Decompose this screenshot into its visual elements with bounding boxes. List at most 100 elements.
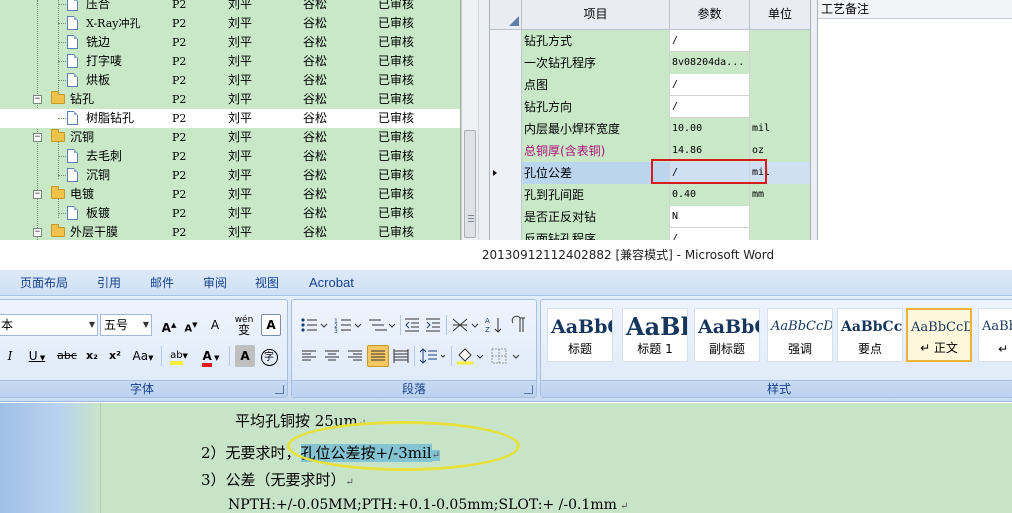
row-indicator[interactable] [490,184,522,206]
param-value-cell[interactable]: / [670,74,750,96]
param-value-cell[interactable]: / [670,30,750,52]
panel-splitter[interactable] [478,0,490,240]
tree-scrollbar-thumb[interactable] [464,130,476,238]
tree-leaf-row[interactable]: 板镀 P2 刘平 谷松 已审核 [0,204,460,223]
param-value-cell[interactable]: 0.40 [670,184,750,206]
param-unit-cell[interactable] [750,96,810,118]
tree-folder-row[interactable]: − 外层干膜 P2 刘平 谷松 已审核 [0,223,460,240]
tree-leaf-row[interactable]: 铣边 P2 刘平 谷松 已审核 [0,33,460,52]
underline-button[interactable]: U ▼ [23,345,51,367]
param-row[interactable]: 是否正反对钻 N [490,206,810,228]
grid-corner[interactable] [490,0,522,30]
sort-button[interactable]: AZ [483,314,505,336]
shrink-font-button[interactable]: A▼ [181,314,201,336]
param-unit-cell[interactable] [750,52,810,74]
param-unit-cell[interactable] [750,206,810,228]
doc-line-3[interactable]: 3）公差（无要求时）↵ [201,469,354,490]
param-row[interactable]: 一次钻孔程序 8v08204da... [490,52,810,74]
row-indicator[interactable] [490,52,522,74]
row-indicator[interactable] [490,74,522,96]
param-item-cell[interactable]: 是否正反对钻 [522,206,670,228]
grow-font-button[interactable]: A▲ [159,314,179,336]
char-border-button[interactable]: A [261,314,281,336]
tree-leaf-row[interactable]: 沉铜 P2 刘平 谷松 已审核 [0,166,460,185]
param-row[interactable]: 内层最小焊环宽度 10.00 mil [490,118,810,140]
tree-leaf-row[interactable]: 打字唛 P2 刘平 谷松 已审核 [0,52,460,71]
row-indicator[interactable] [490,118,522,140]
param-value-cell[interactable]: / [670,228,750,240]
style-card[interactable]: AaBl 标题 1 [622,308,688,362]
style-card[interactable]: AaBbC 副标题 [694,308,760,362]
collapse-toggle-icon[interactable]: − [33,228,42,237]
param-unit-cell[interactable] [750,30,810,52]
char-shading-button[interactable]: A [235,345,255,367]
line-spacing-button[interactable] [417,345,449,367]
tab-acrobat[interactable]: Acrobat [309,270,354,296]
param-item-cell[interactable]: 点图 [522,74,670,96]
document-page[interactable]: 平均孔铜按 25um↵ 2）无要求时，孔位公差按+/-3mil↵ 3）公差（无要… [100,403,1012,513]
align-right-button[interactable] [344,345,366,367]
bullets-button[interactable] [298,314,330,336]
param-unit-cell[interactable]: mil [750,118,810,140]
dialog-launcher-icon[interactable] [524,385,533,394]
param-row[interactable]: 钻孔方向 / [490,96,810,118]
tab-view[interactable]: 视图 [255,270,279,296]
align-center-button[interactable] [321,345,343,367]
strikethrough-button[interactable]: abc [55,345,79,367]
align-left-button[interactable] [298,345,320,367]
tab-mailings[interactable]: 邮件 [150,270,174,296]
tree-folder-row[interactable]: − 沉铜 P2 刘平 谷松 已审核 [0,128,460,147]
tree-leaf-row[interactable]: 压合 P2 刘平 谷松 已审核 [0,0,460,14]
italic-button[interactable]: I [1,345,19,367]
clear-format-button[interactable]: A [205,314,225,336]
multilevel-list-button[interactable] [366,314,398,336]
param-item-cell[interactable]: 反面钻孔程序 [522,228,670,240]
phonetic-guide-button[interactable]: wén 变 [233,314,255,336]
tree-leaf-row[interactable]: 去毛刺 P2 刘平 谷松 已审核 [0,147,460,166]
tree-folder-row[interactable]: − 钻孔 P2 刘平 谷松 已审核 [0,90,460,109]
param-item-cell[interactable]: 内层最小焊环宽度 [522,118,670,140]
param-item-cell[interactable]: 孔位公差 [522,162,670,184]
param-row[interactable]: 孔到孔间距 0.40 mm [490,184,810,206]
borders-button[interactable] [488,345,524,367]
row-indicator[interactable] [490,30,522,52]
row-indicator[interactable] [490,228,522,240]
param-value-cell[interactable]: 8v08204da... [670,52,750,74]
highlight-button[interactable]: ab▼ [165,345,193,367]
distributed-button[interactable] [390,345,412,367]
style-card[interactable]: AaBbCcD 要点 [837,308,903,362]
shading-button[interactable] [454,345,486,367]
param-value-cell[interactable]: / [670,96,750,118]
param-unit-cell[interactable]: mm [750,184,810,206]
dialog-launcher-icon[interactable] [275,385,284,394]
tree-leaf-row[interactable]: 树脂钻孔 P2 刘平 谷松 已审核 [0,109,460,128]
increase-indent-button[interactable] [423,314,443,336]
param-unit-cell[interactable] [750,228,810,240]
chevron-down-icon[interactable]: ▼ [143,315,149,335]
param-row[interactable]: 钻孔方式 / [490,30,810,52]
column-header-unit[interactable]: 单位 [750,0,810,30]
tab-page-layout[interactable]: 页面布局 [20,270,68,296]
param-item-cell[interactable]: 钻孔方向 [522,96,670,118]
param-value-cell[interactable]: N [670,206,750,228]
style-card[interactable]: AaBbCcDd 强调 [767,308,833,362]
param-item-cell[interactable]: 一次钻孔程序 [522,52,670,74]
chevron-down-icon[interactable]: ▼ [89,315,95,335]
collapse-toggle-icon[interactable]: − [33,133,42,142]
panel-splitter[interactable] [810,0,818,240]
style-card[interactable]: AaBb ↵ 无 [978,308,1012,362]
justify-button[interactable] [367,345,389,367]
tree-leaf-row[interactable]: 烘板 P2 刘平 谷松 已审核 [0,71,460,90]
superscript-button[interactable]: x² [105,345,125,367]
decrease-indent-button[interactable] [402,314,422,336]
font-color-button[interactable]: A ▼ [197,345,225,367]
font-name-box[interactable]: 本 ▼ [0,314,98,336]
param-row[interactable]: 反面钻孔程序 / [490,228,810,240]
column-header-item[interactable]: 项目 [522,0,670,30]
param-item-cell[interactable]: 钻孔方式 [522,30,670,52]
font-size-box[interactable]: 五号 ▼ [100,314,152,336]
doc-line-4[interactable]: NPTH:+/-0.05MM;PTH:+0.1-0.05mm;SLOT:+ /-… [228,497,628,513]
subscript-button[interactable]: x₂ [82,345,102,367]
tree-leaf-row[interactable]: X-Ray冲孔 P2 刘平 谷松 已审核 [0,14,460,33]
param-item-cell[interactable]: 孔到孔间距 [522,184,670,206]
